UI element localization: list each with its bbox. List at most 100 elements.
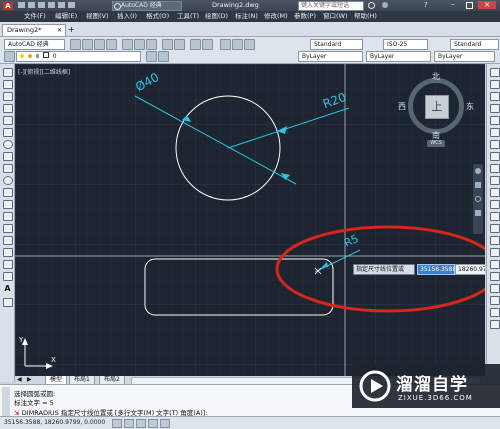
- table-tool-icon[interactable]: [3, 272, 13, 281]
- close-button[interactable]: ✕: [478, 1, 496, 9]
- pan-nav-icon[interactable]: [475, 182, 481, 188]
- add-selected-tool-icon[interactable]: [3, 298, 13, 307]
- tolerance-tool-icon[interactable]: [490, 320, 500, 329]
- leader-tool-icon[interactable]: [490, 308, 500, 317]
- dynamic-input-x-field[interactable]: 35156.3588: [417, 264, 456, 275]
- menu-window[interactable]: 窗口(W): [323, 11, 348, 22]
- new-icon[interactable]: [70, 39, 81, 50]
- chamfer-tool-icon[interactable]: [490, 224, 500, 233]
- move-tool-icon[interactable]: [490, 128, 500, 137]
- paste-icon[interactable]: [146, 39, 157, 50]
- color-dropdown[interactable]: ByLayer: [298, 51, 363, 62]
- menu-insert[interactable]: 插入(I): [117, 11, 137, 22]
- stretch-tool-icon[interactable]: [490, 164, 500, 173]
- workspace-title-dropdown[interactable]: AutoCAD 经典: [112, 1, 182, 11]
- zoom-icon[interactable]: [202, 39, 213, 50]
- copy-tool-icon[interactable]: [490, 80, 500, 89]
- dynamic-input-y-field[interactable]: 18260.9799: [455, 264, 485, 275]
- trim-tool-icon[interactable]: [490, 176, 500, 185]
- viewcube-top-face[interactable]: 上: [425, 95, 449, 119]
- open-icon[interactable]: [82, 39, 93, 50]
- maximize-button[interactable]: [462, 1, 476, 9]
- text-style-dropdown[interactable]: Standard: [310, 39, 363, 50]
- offset-tool-icon[interactable]: [490, 104, 500, 113]
- extend-tool-icon[interactable]: [490, 188, 500, 197]
- steeringwheel-icon[interactable]: [475, 168, 481, 174]
- orbit-nav-icon[interactable]: [475, 210, 481, 216]
- dim-style-dropdown[interactable]: ISO-25: [383, 39, 428, 50]
- layer-previous-icon[interactable]: [146, 51, 157, 62]
- construction-line-tool-icon[interactable]: [3, 80, 13, 89]
- help-icon[interactable]: ?: [424, 1, 432, 9]
- drawing-canvas[interactable]: Y X Ø40 R20 R5 [-][俯视][二维线框] 指定尺寸线位置或 35…: [15, 64, 485, 376]
- radius-dim-tool-icon[interactable]: [490, 284, 500, 293]
- navigation-bar[interactable]: [473, 164, 483, 234]
- workspace-dropdown[interactable]: AutoCAD 经典: [4, 39, 65, 50]
- ortho-toggle-icon[interactable]: [136, 419, 146, 428]
- viewport-controls-label[interactable]: [-][俯视][二维线框]: [18, 67, 70, 76]
- menu-draw[interactable]: 绘图(D): [205, 11, 228, 22]
- circle-tool-icon[interactable]: [3, 140, 13, 149]
- polyline-tool-icon[interactable]: [3, 92, 13, 101]
- ellipse-arc-tool-icon[interactable]: [3, 188, 13, 197]
- region-tool-icon[interactable]: [3, 260, 13, 269]
- array-tool-icon[interactable]: [490, 116, 500, 125]
- mirror-tool-icon[interactable]: [490, 92, 500, 101]
- snap-toggle-icon[interactable]: [112, 419, 122, 428]
- insert-block-tool-icon[interactable]: [3, 200, 13, 209]
- polar-toggle-icon[interactable]: [148, 419, 158, 428]
- multiline-text-tool-icon[interactable]: A: [3, 284, 12, 293]
- save-icon[interactable]: [94, 39, 105, 50]
- undo-icon[interactable]: [162, 39, 173, 50]
- quick-access-icons[interactable]: [18, 2, 98, 9]
- blend-tool-icon[interactable]: [490, 248, 500, 257]
- osnap-toggle-icon[interactable]: [160, 419, 170, 428]
- menu-parametric[interactable]: 参数(P): [294, 11, 316, 22]
- line-tool-icon[interactable]: [3, 68, 13, 77]
- make-block-tool-icon[interactable]: [3, 212, 13, 221]
- scale-tool-icon[interactable]: [490, 152, 500, 161]
- redo-icon[interactable]: [174, 39, 185, 50]
- dimension-tool-icon[interactable]: [490, 272, 500, 281]
- tool-palette-icon[interactable]: [244, 39, 255, 50]
- menu-tools[interactable]: 工具(T): [177, 11, 199, 22]
- revision-cloud-tool-icon[interactable]: [3, 152, 13, 161]
- app-logo-icon[interactable]: A: [3, 2, 13, 10]
- arc-tool-icon[interactable]: [3, 128, 13, 137]
- viewcube[interactable]: 上 北 南 西 东: [398, 72, 474, 144]
- break-tool-icon[interactable]: [490, 200, 500, 209]
- wcs-menu[interactable]: WCS: [427, 140, 445, 147]
- linetype-dropdown[interactable]: ByLayer: [366, 51, 431, 62]
- account-icon[interactable]: [382, 2, 388, 8]
- hatch-tool-icon[interactable]: [3, 236, 13, 245]
- fillet-tool-icon[interactable]: [490, 236, 500, 245]
- menu-file[interactable]: 文件(F): [24, 11, 46, 22]
- polygon-tool-icon[interactable]: [3, 104, 13, 113]
- layer-manager-icon[interactable]: [4, 51, 15, 62]
- print-icon[interactable]: [106, 39, 117, 50]
- spline-tool-icon[interactable]: [3, 164, 13, 173]
- design-center-icon[interactable]: [232, 39, 243, 50]
- pan-icon[interactable]: [190, 39, 201, 50]
- minimize-button[interactable]: –: [446, 1, 460, 9]
- properties-icon[interactable]: [220, 39, 231, 50]
- compass-west[interactable]: 西: [398, 101, 406, 112]
- gradient-tool-icon[interactable]: [3, 248, 13, 257]
- zoom-nav-icon[interactable]: [475, 196, 481, 202]
- menu-modify[interactable]: 修改(M): [264, 11, 288, 22]
- menu-format[interactable]: 格式(O): [146, 11, 169, 22]
- layer-state-icon[interactable]: [158, 51, 169, 62]
- grid-toggle-icon[interactable]: [124, 419, 134, 428]
- point-tool-icon[interactable]: [3, 224, 13, 233]
- lineweight-dropdown[interactable]: ByLayer: [434, 51, 495, 62]
- join-tool-icon[interactable]: [490, 212, 500, 221]
- explode-tool-icon[interactable]: [490, 260, 500, 269]
- rectangle-tool-icon[interactable]: [3, 116, 13, 125]
- search-input[interactable]: 键入关键字或短语: [298, 1, 364, 11]
- copy-icon[interactable]: [134, 39, 145, 50]
- tab-nav-next-icon[interactable]: ▶: [27, 376, 32, 383]
- erase-tool-icon[interactable]: [490, 68, 500, 77]
- tab-nav-first-icon[interactable]: ◀: [17, 376, 22, 383]
- document-tab[interactable]: Drawing2* ✕: [2, 24, 66, 36]
- rotate-tool-icon[interactable]: [490, 140, 500, 149]
